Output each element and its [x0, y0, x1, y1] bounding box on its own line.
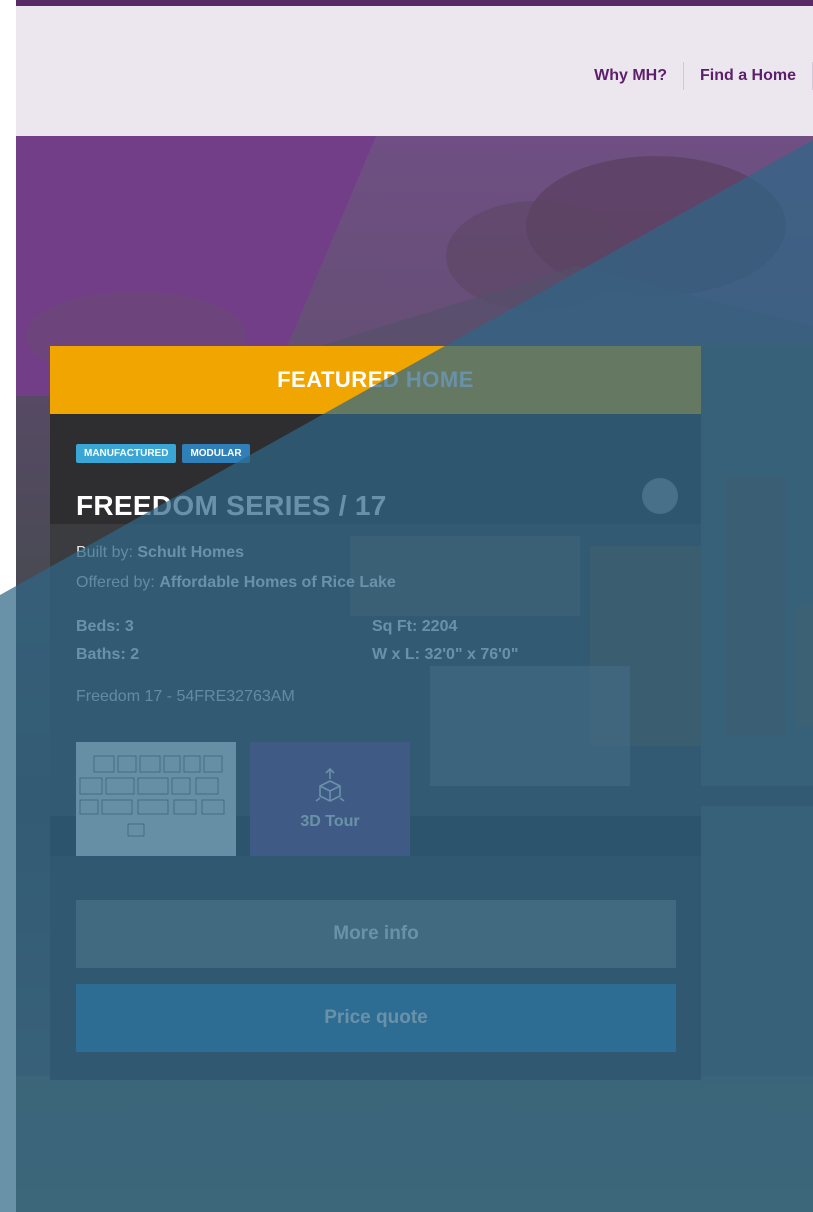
baths-spec: Baths: 2 — [76, 646, 140, 663]
more-info-button[interactable]: More info — [76, 900, 676, 968]
offered-by-label: Offered by: — [76, 574, 155, 591]
offered-by-line: Offered by: Affordable Homes of Rice Lak… — [76, 574, 396, 592]
3d-tour-label: 3D Tour — [300, 813, 360, 830]
3d-tour-button[interactable]: 3D Tour — [250, 742, 410, 856]
nav-why-mh[interactable]: Why MH? — [578, 67, 683, 85]
featured-home-card: FEATURED HOME MANUFACTURED MODULAR FREED… — [50, 346, 701, 1080]
nav-find-a-home[interactable]: Find a Home — [684, 67, 812, 85]
home-title: FREEDOM SERIES / 17 — [76, 490, 387, 521]
floorplan-icon — [79, 755, 225, 837]
featured-home-header: FEATURED HOME — [50, 346, 701, 414]
home-type-badges: MANUFACTURED MODULAR — [76, 444, 250, 463]
built-by-label: Built by: — [76, 544, 133, 561]
builder-name[interactable]: Schult Homes — [137, 544, 244, 561]
price-quote-button[interactable]: Price quote — [76, 984, 676, 1052]
dimensions-spec: W x L: 32'0" x 76'0" — [372, 646, 519, 663]
beds-spec: Beds: 3 — [76, 618, 134, 635]
featured-home-title: FEATURED HOME — [277, 367, 474, 392]
cube-3d-icon — [315, 767, 345, 802]
sqft-spec: Sq Ft: 2204 — [372, 618, 458, 635]
retailer-name[interactable]: Affordable Homes of Rice Lake — [159, 574, 396, 591]
badge-modular: MODULAR — [182, 444, 250, 463]
site-header: Why MH? Find a Home — [16, 6, 813, 136]
floorplan-thumbnail[interactable] — [76, 742, 236, 856]
badge-manufactured: MANUFACTURED — [76, 444, 177, 463]
page: Why MH? Find a Home FEATURED HOME MANUFA… — [0, 0, 813, 1212]
built-by-line: Built by: Schult Homes — [76, 544, 244, 562]
left-margin — [0, 0, 16, 1212]
main-nav: Why MH? Find a Home — [578, 62, 813, 90]
model-number: Freedom 17 - 54FRE32763AM — [76, 688, 295, 705]
